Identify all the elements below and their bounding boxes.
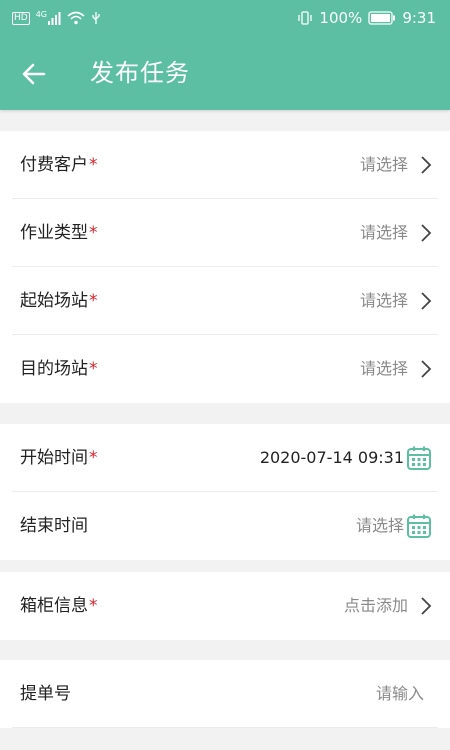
required-mark: * (89, 223, 98, 243)
navbar: 发布任务 (0, 40, 450, 106)
form-section-container: 箱柜信息* 点击添加 (0, 572, 450, 640)
field-value: 请选择 (359, 223, 408, 242)
field-label: 开始时间* (20, 448, 98, 468)
clock: 9:31 (402, 9, 436, 27)
calendar-icon[interactable] (406, 513, 432, 539)
field-label: 付费客户* (20, 155, 98, 175)
chevron-right-icon (421, 156, 432, 174)
form-section-bill: 提单号 请输入 (0, 660, 450, 728)
signal-icon (48, 12, 61, 25)
battery-percent: 100% (319, 9, 363, 27)
required-mark: * (89, 291, 98, 311)
hd-badge: HD (12, 11, 30, 25)
required-mark: * (89, 359, 98, 379)
field-paying-customer[interactable]: 付费客户* 请选择 (12, 131, 438, 199)
field-value: 2020-07-14 09:31 (259, 448, 404, 467)
status-bar: HD 4G 100% 9:31 (0, 0, 450, 36)
field-start-time[interactable]: 开始时间* 2020-07-14 09:31 (12, 424, 438, 492)
field-label: 结束时间 (20, 516, 88, 536)
calendar-icon[interactable] (406, 445, 432, 471)
field-label: 目的场站* (20, 359, 98, 379)
field-label: 提单号 (20, 684, 71, 704)
wifi-icon (67, 11, 85, 25)
status-right: 100% 9:31 (297, 8, 436, 28)
field-bill-number[interactable]: 提单号 请输入 (12, 660, 438, 728)
usb-icon (92, 12, 100, 24)
field-value: 请选择 (359, 359, 408, 378)
chevron-right-icon (421, 224, 432, 242)
field-value: 请选择 (355, 516, 404, 535)
field-value: 点击添加 (343, 596, 408, 615)
field-origin-station[interactable]: 起始场站* 请选择 (12, 267, 438, 335)
vibrate-icon (298, 11, 313, 25)
required-mark: * (89, 448, 98, 468)
page-title: 发布任务 (90, 59, 190, 87)
field-label: 起始场站* (20, 291, 98, 311)
field-end-time[interactable]: 结束时间 请选择 (12, 492, 438, 560)
field-container-info[interactable]: 箱柜信息* 点击添加 (12, 572, 438, 640)
field-value: 请选择 (359, 291, 408, 310)
battery-icon (368, 11, 396, 25)
bill-number-input[interactable]: 请输入 (376, 660, 424, 728)
app-header: HD 4G 100% 9:31 发布任务 (0, 0, 450, 110)
status-left: HD 4G (12, 9, 101, 27)
chevron-right-icon (421, 360, 432, 378)
field-job-type[interactable]: 作业类型* 请选择 (12, 199, 438, 267)
form-section-time: 开始时间* 2020-07-14 09:31 结束时间 请选择 (0, 424, 450, 560)
field-value: 请选择 (359, 155, 408, 174)
field-label: 作业类型* (20, 223, 98, 243)
form-section-stations: 付费客户* 请选择 作业类型* 请选择 起始场站* 请选择 目的场站* 请选择 (0, 131, 450, 403)
network-type: 4G (35, 9, 47, 19)
required-mark: * (89, 155, 98, 175)
chevron-right-icon (421, 597, 432, 615)
required-mark: * (89, 596, 98, 616)
field-label: 箱柜信息* (20, 596, 98, 616)
field-destination-station[interactable]: 目的场站* 请选择 (12, 335, 438, 403)
chevron-right-icon (421, 292, 432, 310)
back-arrow-icon[interactable] (18, 58, 50, 90)
